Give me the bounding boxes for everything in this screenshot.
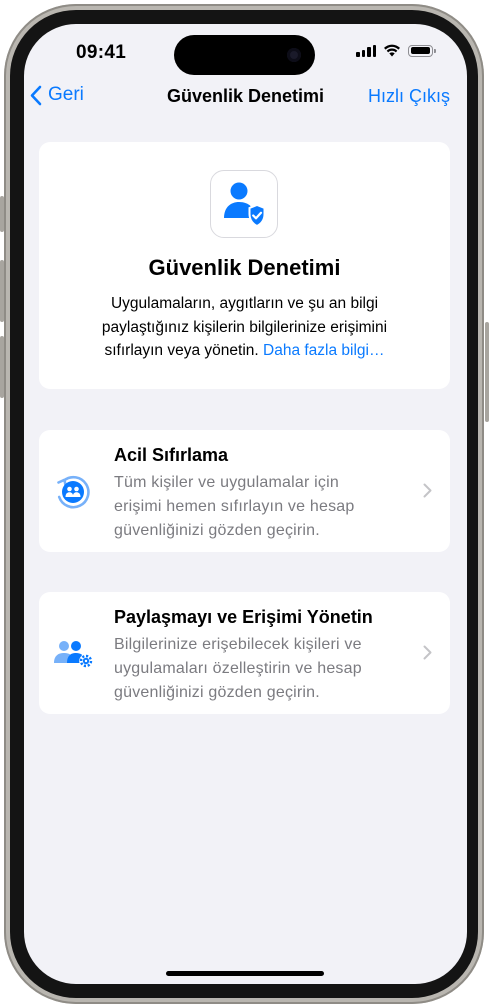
manage-sharing-option[interactable]: Paylaşmayı ve Erişimi Yönetin Bilgilerin…: [39, 592, 450, 714]
option-description-line: Tüm kişiler ve uygulamalar için: [114, 474, 339, 491]
option-description-line: erişimi hemen sıfırlayın ve hesap: [114, 498, 355, 515]
status-time: 09:41: [76, 42, 127, 63]
volume-down-button: [0, 336, 4, 398]
hero-description-line: paylaştığınız kişilerin bilgilerinize er…: [101, 318, 388, 336]
wifi-icon: [384, 44, 400, 57]
hero-description-line: sıfırlayın veya yönetin.: [104, 342, 259, 359]
status-bar: 09:41: [24, 24, 467, 78]
volume-up-button: [0, 260, 4, 322]
option-description-line: güvenliğinizi gözden geçirin.: [114, 684, 320, 701]
option-description-line: güvenliğinizi gözden geçirin.: [114, 522, 320, 539]
hero-title: Güvenlik Denetimi: [148, 255, 341, 280]
option-description: Bilgilerinize erişebilecek kişileri ve u…: [114, 633, 414, 705]
option-title: Paylaşmayı ve Erişimi Yönetin: [114, 607, 373, 627]
status-icons: [356, 44, 436, 57]
dynamic-island: [174, 35, 315, 75]
emergency-reset-option[interactable]: Acil Sıfırlama Tüm kişiler ve uygulamala…: [39, 430, 450, 552]
quick-exit-button[interactable]: Hızlı Çıkış: [368, 86, 450, 107]
home-indicator[interactable]: [166, 971, 324, 976]
option-description-line: uygulamaları özelleştirin ve hesap: [114, 660, 362, 677]
option-description-line: Bilgilerinize erişebilecek kişileri ve: [114, 636, 362, 653]
hero-description-line: Uygulamaların, aygıtların ve şu an bilgi: [110, 295, 379, 312]
chevron-right-icon: [423, 483, 432, 498]
person-shield-icon: [210, 170, 278, 238]
front-camera: [287, 48, 301, 62]
action-button: [0, 196, 4, 232]
safety-check-header-card: Güvenlik Denetimi Uygulamaların, aygıtla…: [39, 142, 450, 389]
navigation-bar: Geri Güvenlik Denetimi Hızlı Çıkış: [24, 82, 467, 114]
cellular-signal-icon: [356, 44, 376, 57]
power-button: [485, 322, 489, 422]
battery-icon: [408, 44, 436, 57]
emergency-reset-icon: [57, 475, 90, 509]
chevron-right-icon: [423, 645, 432, 660]
learn-more-link[interactable]: Daha fazla bilgi…: [263, 342, 384, 359]
hero-description: Uygulamaların, aygıtların ve şu an bilgi…: [59, 292, 430, 363]
option-description: Tüm kişiler ve uygulamalar için erişimi …: [114, 471, 414, 543]
option-title: Acil Sıfırlama: [114, 445, 229, 465]
manage-sharing-icon: [54, 641, 93, 668]
screen: 09:41 Geri Güvenlik Denetimi Hızlı Çıkış…: [24, 24, 467, 984]
